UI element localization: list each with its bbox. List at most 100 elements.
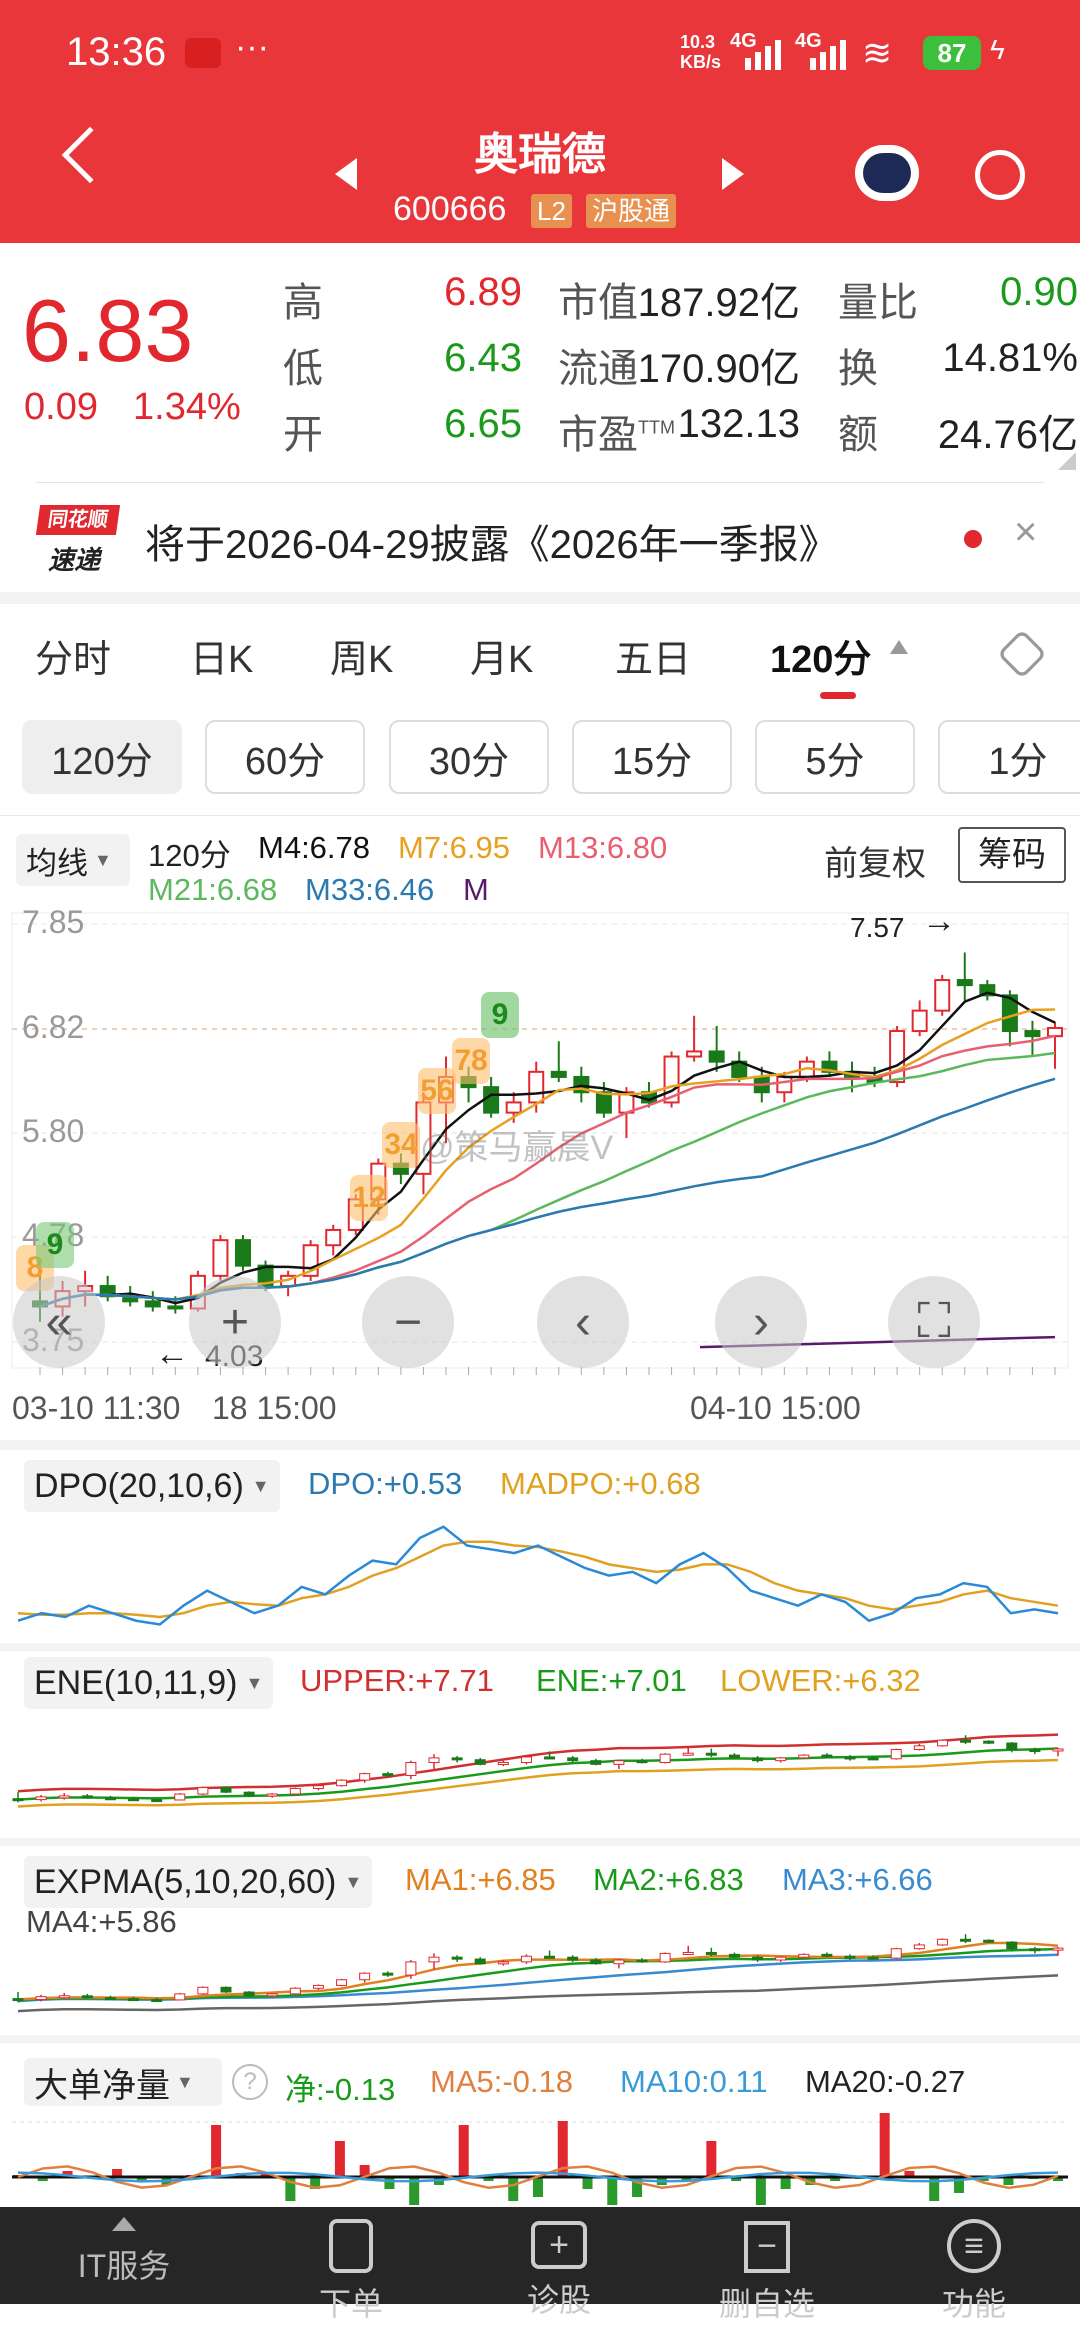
ai-assistant-icon[interactable] [855, 145, 919, 201]
nav-label: 功能 [941, 2286, 1006, 2322]
sub-tab-0[interactable]: 120分 [22, 720, 182, 794]
fast-back-button[interactable]: « [13, 1276, 105, 1368]
expma-ma2-value: MA2:+6.83 [593, 1862, 744, 1897]
big-order-selector[interactable]: 大单净量 ▼ [24, 2058, 222, 2106]
candle-body [235, 1239, 251, 1267]
price-change: 0.09 [24, 386, 98, 428]
mini-candle [936, 1739, 948, 1747]
candle-body [595, 1091, 612, 1114]
quote-label: 市盈TTM [558, 402, 675, 460]
candle [956, 952, 973, 1001]
sub-tab-1[interactable]: 60分 [205, 720, 365, 794]
mini-candle [197, 1986, 209, 1995]
mini-candle [405, 1961, 417, 1976]
divider [36, 482, 1044, 483]
expma-selector[interactable]: EXPMA(5,10,20,60) ▼ [24, 1856, 373, 1908]
big-order-chart [12, 2113, 1068, 2205]
net-speed: 10.3 KB/s [680, 32, 722, 72]
sub-tab-5[interactable]: 1分 [938, 720, 1080, 794]
battery-level: 87 [923, 36, 981, 70]
expand-corner-icon[interactable] [1058, 452, 1076, 470]
dpo-selector[interactable]: DPO(20,10,6) ▼ [24, 1460, 280, 1512]
quote-label: 换 [838, 347, 878, 391]
mini-candle [890, 1749, 902, 1760]
quote-label: 量比 [838, 281, 918, 325]
quote-label-text: 流通 [558, 347, 638, 391]
tab-3[interactable]: 月K [470, 628, 533, 683]
big-order-bar [607, 2177, 618, 2205]
tab-1[interactable]: 日K [190, 628, 253, 683]
nav-remove-watchlist[interactable]: − 删自选 [659, 2207, 875, 2322]
indicator-selector[interactable]: 均线 ▼ [16, 834, 130, 886]
scroll-right-button[interactable]: › [715, 1276, 807, 1368]
sub-tab-3[interactable]: 15分 [572, 720, 732, 794]
tab-0[interactable]: 分时 [35, 628, 111, 683]
help-icon[interactable]: ? [232, 2064, 268, 2100]
ene-line [17, 1747, 1059, 1801]
tab-2[interactable]: 周K [330, 628, 393, 683]
mini-candle [382, 1972, 394, 1976]
section-separator [0, 1440, 1080, 1450]
sub-tab-4[interactable]: 5分 [755, 720, 915, 794]
candle-body [1047, 1026, 1063, 1038]
quote-value: 132.13 [677, 402, 800, 446]
mini-candle [382, 1773, 394, 1777]
mini-candle [336, 1779, 348, 1787]
nav-order[interactable]: 下单 [243, 2207, 459, 2322]
quote-value: 170.90亿 [637, 347, 800, 391]
mini-candle [705, 1951, 717, 1955]
quote-label-text: 市值 [558, 281, 638, 325]
fullscreen-button[interactable]: ⛶ [888, 1276, 980, 1368]
dropdown-icon: ▼ [176, 2071, 194, 2092]
nav-it-service[interactable]: IT服务 [16, 2207, 232, 2304]
mini-candle [867, 1757, 879, 1761]
y-axis-label: 5.80 [22, 1113, 85, 1150]
madpo-line [17, 1540, 1059, 1619]
dpo-value: DPO:+0.53 [308, 1466, 463, 1501]
header: 13:36 ··· 10.3 KB/s 4G 4G ≋ 87 ϟ 奥瑞德 600… [0, 0, 1080, 243]
adjust-mode-button[interactable]: 前复权 [824, 836, 926, 885]
sub-tab-2[interactable]: 30分 [389, 720, 549, 794]
mini-candle [798, 1754, 810, 1759]
scroll-left-button[interactable]: ‹ [537, 1276, 629, 1368]
tab-4[interactable]: 五日 [615, 628, 691, 683]
zoom-out-button[interactable]: − [362, 1276, 454, 1368]
candle-body [776, 1075, 793, 1094]
chips-button[interactable]: 筹码 [958, 827, 1066, 883]
mini-candle [220, 1787, 232, 1793]
mini-candle [497, 1762, 509, 1766]
mini-candle [405, 1762, 417, 1776]
search-icon[interactable] [975, 150, 1025, 200]
mini-candle [474, 1958, 486, 1965]
mini-candle [913, 1944, 925, 1950]
tab-5[interactable]: 120分 [770, 628, 871, 683]
mini-candle [728, 1754, 740, 1759]
notice-text[interactable]: 将于2026-04-29披露《2026年一季报》 [145, 512, 839, 570]
mini-candle [35, 1996, 47, 2001]
chart-settings-icon[interactable] [997, 629, 1047, 679]
x-axis-label: 04-10 15:00 [690, 1390, 861, 1426]
candle [1047, 1021, 1063, 1069]
nav-label: IT服务 [77, 2248, 171, 2284]
menu-icon: ≡ [947, 2219, 1001, 2273]
mini-candle [289, 1987, 301, 1995]
period-label: 120分 [148, 838, 231, 873]
nav-functions[interactable]: ≡ 功能 [866, 2207, 1080, 2322]
mini-candle [266, 1993, 278, 1997]
mini-candle [983, 1740, 995, 1744]
expma-ma3-line [17, 1953, 1059, 2003]
nav-diagnose[interactable]: + 诊股 [451, 2207, 667, 2318]
zoom-in-button[interactable]: + [189, 1276, 281, 1368]
mini-candle [151, 1999, 163, 2003]
mini-candle [752, 1757, 764, 1762]
mini-candle [844, 1955, 856, 1959]
ene-lower-value: LOWER:+6.32 [720, 1663, 921, 1698]
dpo-chart [17, 1525, 1059, 1626]
ene-selector[interactable]: ENE(10,11,9) ▼ [24, 1657, 274, 1709]
mini-candle [35, 1796, 47, 1801]
notice-close-button[interactable]: × [1014, 510, 1037, 555]
expma-ma3-value: MA3:+6.66 [782, 1862, 933, 1897]
big-order-bar [582, 2177, 593, 2189]
tab-dropdown-icon[interactable] [890, 640, 908, 654]
mini-candle [821, 1754, 833, 1758]
